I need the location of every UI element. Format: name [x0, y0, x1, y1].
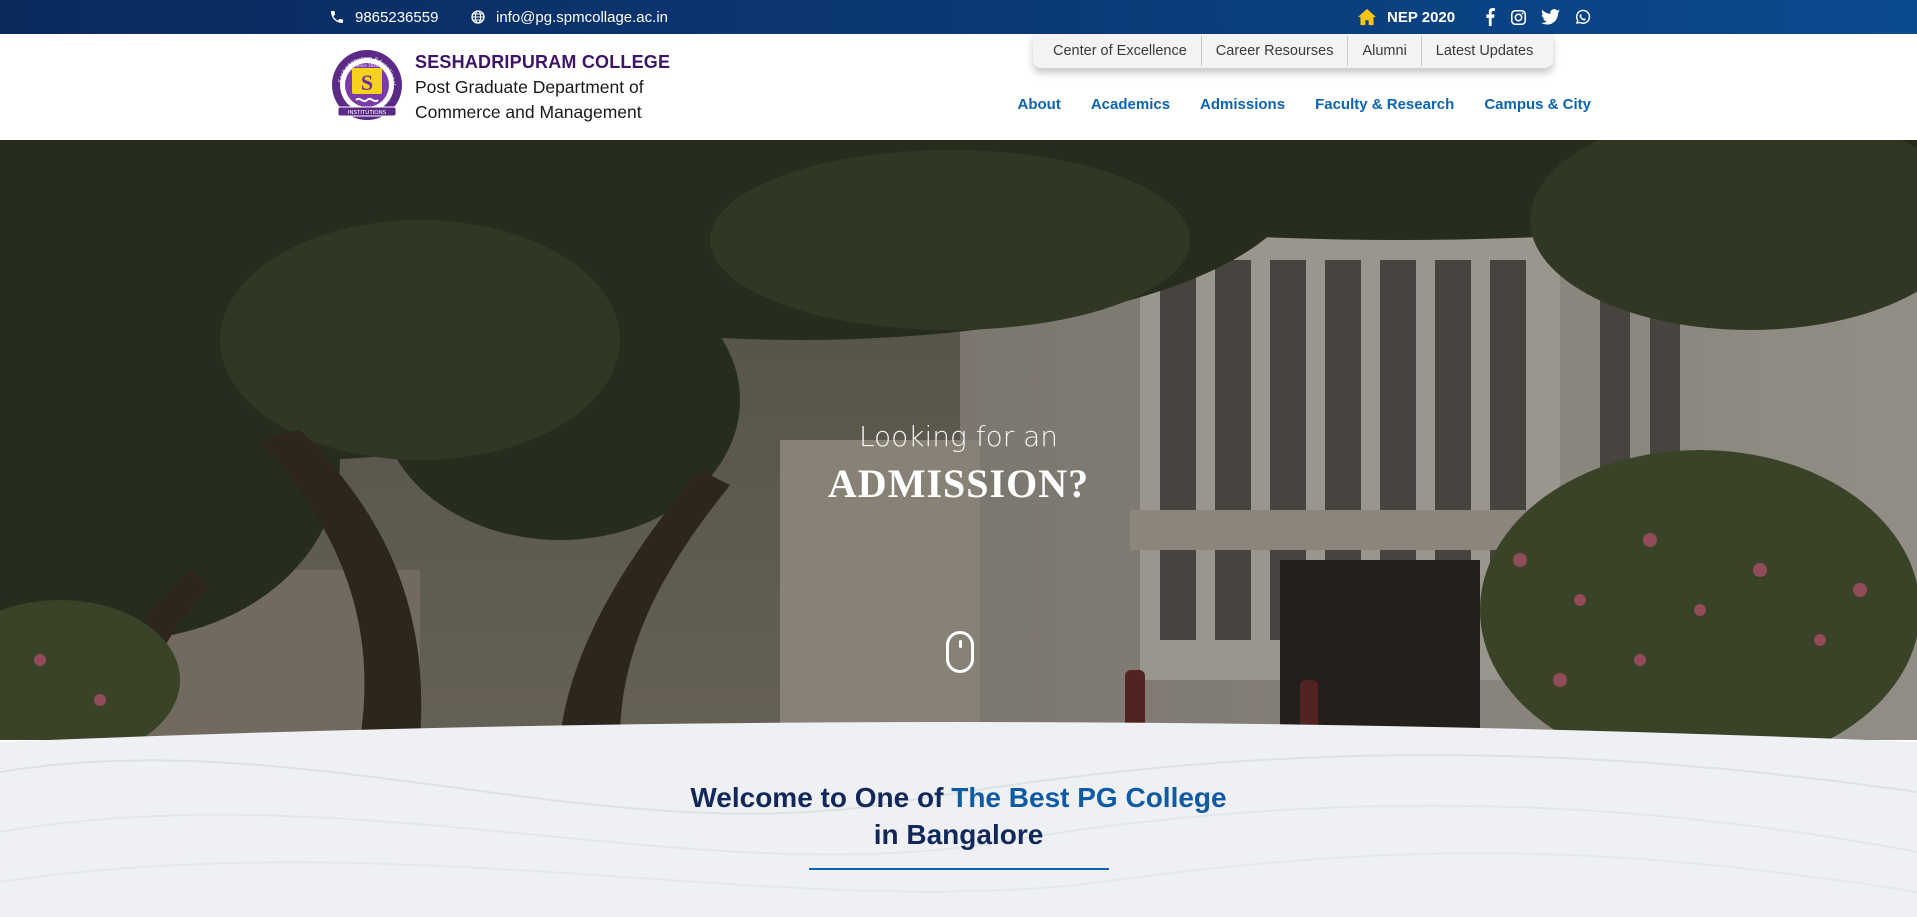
hero-banner: Looking for an ADMISSION? — [0, 140, 1917, 740]
phone-contact[interactable]: 9865236559 — [329, 0, 438, 34]
welcome-prefix: Welcome to One of — [690, 782, 944, 813]
department-line-2: Commerce and Management — [415, 102, 642, 122]
logo-since: Since 1930 — [356, 63, 379, 68]
twitter-icon[interactable] — [1541, 9, 1560, 25]
main-nav: About Academics Admissions Faculty & Res… — [1018, 96, 1592, 113]
nav-admissions[interactable]: Admissions — [1200, 96, 1285, 113]
email-address[interactable]: info@pg.spmcollage.ac.in — [496, 9, 668, 26]
nav-academics[interactable]: Academics — [1091, 96, 1170, 113]
nav-latest-updates[interactable]: Latest Updates — [1420, 36, 1548, 66]
instagram-icon[interactable] — [1510, 9, 1527, 26]
utility-nav: Center of Excellence Career Resourses Al… — [1033, 34, 1554, 68]
college-title[interactable]: SESHADRIPURAM COLLEGE — [415, 50, 670, 75]
nav-campus-city[interactable]: Campus & City — [1484, 96, 1591, 113]
nep-label[interactable]: NEP 2020 — [1387, 9, 1455, 26]
college-name[interactable]: SESHADRIPURAM COLLEGE Post Graduate Depa… — [415, 50, 670, 125]
phone-icon — [331, 11, 343, 23]
nav-about[interactable]: About — [1018, 96, 1061, 113]
home-icon — [1358, 8, 1376, 26]
welcome-section: Welcome to One of The Best PG College in… — [0, 712, 1917, 917]
nav-center-of-excellence[interactable]: Center of Excellence — [1039, 36, 1201, 66]
scroll-down-icon[interactable] — [946, 631, 974, 673]
logo-letter: S — [361, 70, 373, 95]
site-header: Seshadripuram Educational Trust Since 19… — [0, 34, 1917, 140]
social-links — [1484, 0, 1591, 34]
globe-icon — [471, 10, 485, 24]
heading-underline — [809, 868, 1109, 870]
top-bar: 9865236559 info@pg.spmcollage.ac.in NEP … — [0, 0, 1917, 34]
nav-alumni[interactable]: Alumni — [1347, 36, 1420, 66]
hero-headline: ADMISSION? — [827, 461, 1090, 506]
logo-banner: INSTITUTIONS — [348, 110, 387, 116]
department-line-1: Post Graduate Department of — [415, 77, 644, 97]
nep-link[interactable]: NEP 2020 — [1357, 0, 1455, 34]
welcome-line-2: in Bangalore — [873, 819, 1044, 850]
whatsapp-icon[interactable] — [1574, 9, 1591, 26]
facebook-icon[interactable] — [1484, 8, 1496, 26]
nav-career-resources[interactable]: Career Resourses — [1200, 36, 1348, 66]
welcome-heading: Welcome to One of The Best PG College in… — [0, 779, 1917, 853]
nav-faculty-research[interactable]: Faculty & Research — [1315, 96, 1454, 113]
welcome-accent: The Best PG College — [951, 782, 1227, 813]
email-contact[interactable]: info@pg.spmcollage.ac.in — [470, 0, 668, 34]
hero-kicker: Looking for an — [858, 420, 1059, 453]
college-logo[interactable]: Seshadripuram Educational Trust Since 19… — [328, 44, 404, 122]
phone-number[interactable]: 9865236559 — [355, 9, 438, 26]
